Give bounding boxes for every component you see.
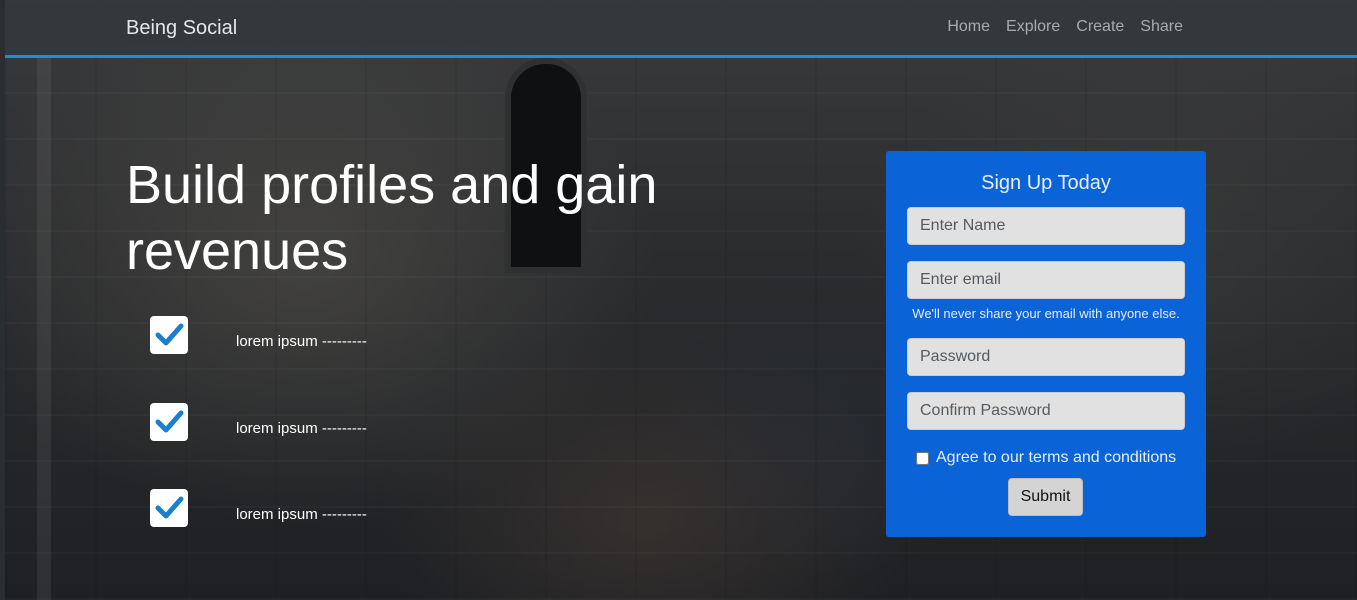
- feature-label: lorem ipsum ---------: [236, 333, 367, 350]
- feature-label: lorem ipsum ---------: [236, 420, 367, 437]
- navbar: Being Social Home Explore Create Share: [5, 0, 1357, 58]
- confirm-password-input[interactable]: [907, 392, 1185, 430]
- checkmark-icon: [150, 403, 188, 441]
- checkmark-icon: [150, 489, 188, 527]
- email-input[interactable]: [907, 261, 1185, 299]
- terms-agreement: Agree to our terms and conditions: [916, 449, 1176, 467]
- wall-pipe: [37, 58, 51, 600]
- nav-link-home[interactable]: Home: [947, 18, 990, 36]
- terms-checkbox[interactable]: [916, 451, 929, 465]
- feature-item: lorem ipsum ---------: [150, 403, 450, 441]
- terms-label: Agree to our terms and conditions: [936, 449, 1177, 466]
- submit-button[interactable]: Submit: [1008, 478, 1083, 516]
- brand-logo[interactable]: Being Social: [126, 17, 237, 40]
- feature-item: lorem ipsum ---------: [150, 316, 450, 354]
- hero-headline: Build profiles and gain revenues: [126, 155, 658, 281]
- nav-links: Home Explore Create Share: [947, 18, 1183, 36]
- signup-title: Sign Up Today: [981, 172, 1111, 194]
- nav-link-explore[interactable]: Explore: [1006, 18, 1060, 36]
- password-input[interactable]: [907, 338, 1185, 376]
- feature-label: lorem ipsum ---------: [236, 506, 367, 523]
- checkmark-icon: [150, 316, 188, 354]
- name-input[interactable]: [907, 207, 1185, 245]
- nav-link-create[interactable]: Create: [1076, 18, 1124, 36]
- nav-link-share[interactable]: Share: [1140, 18, 1183, 36]
- signup-form: Sign Up Today We'll never share your ema…: [886, 151, 1206, 537]
- email-help-text: We'll never share your email with anyone…: [912, 306, 1180, 321]
- feature-item: lorem ipsum ---------: [150, 489, 450, 527]
